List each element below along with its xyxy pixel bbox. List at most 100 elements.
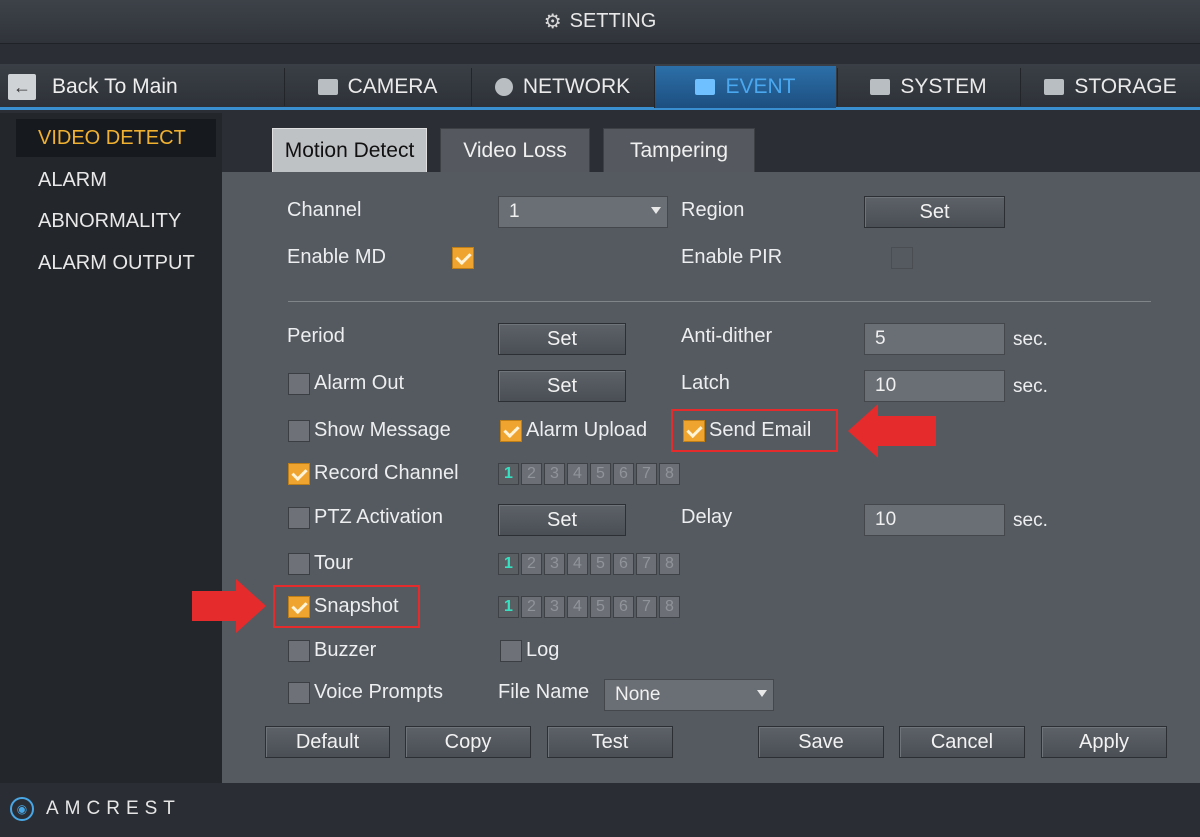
channel-1-toggle[interactable]: 1 (498, 596, 519, 618)
channel-8-toggle[interactable]: 8 (659, 553, 680, 575)
save-button-label: Save (798, 730, 844, 753)
record-channel-selector: 1 2 3 4 5 6 7 8 (498, 463, 682, 485)
brand-logo: ◉ AMCREST (10, 797, 181, 821)
tab-tampering[interactable]: Tampering (603, 128, 755, 173)
snapshot-highlight (273, 585, 420, 628)
sidebar-item-alarm-output[interactable]: ALARM OUTPUT (16, 244, 216, 282)
buzzer-checkbox[interactable] (288, 640, 310, 662)
region-set-label: Set (919, 200, 950, 223)
channel-5-toggle[interactable]: 5 (590, 463, 611, 485)
channel-5-toggle[interactable]: 5 (590, 553, 611, 575)
sidebar-item-label: VIDEO DETECT (38, 126, 186, 149)
voice-prompts-label: Voice Prompts (314, 681, 443, 703)
red-arrow-left-icon (848, 404, 936, 458)
channel-4-toggle[interactable]: 4 (567, 553, 588, 575)
tour-channel-selector: 1 2 3 4 5 6 7 8 (498, 553, 682, 575)
channel-6-toggle[interactable]: 6 (613, 596, 634, 618)
record-channel-checkbox[interactable] (288, 463, 310, 485)
copy-button[interactable]: Copy (405, 726, 531, 758)
tour-checkbox[interactable] (288, 553, 310, 575)
tab-network-label: NETWORK (522, 75, 631, 98)
title-bar: ⚙ SETTING (0, 0, 1200, 44)
save-button[interactable]: Save (758, 726, 884, 758)
back-to-main-button[interactable]: ← Back To Main (8, 68, 218, 106)
test-button-label: Test (591, 730, 629, 753)
tab-motion-detect[interactable]: Motion Detect (272, 128, 427, 173)
channel-3-toggle[interactable]: 3 (544, 463, 565, 485)
channel-6-toggle[interactable]: 6 (613, 553, 634, 575)
channel-2-toggle[interactable]: 2 (521, 463, 542, 485)
ptz-activation-checkbox[interactable] (288, 507, 310, 529)
channel-2-toggle[interactable]: 2 (521, 553, 542, 575)
tab-system-label: SYSTEM (900, 75, 987, 98)
channel-7-toggle[interactable]: 7 (636, 553, 657, 575)
tour-label: Tour (314, 552, 353, 574)
default-button-label: Default (295, 730, 360, 753)
file-name-label: File Name (498, 681, 590, 703)
show-message-checkbox[interactable] (288, 420, 310, 442)
chevron-down-icon (651, 207, 661, 214)
anti-dither-input[interactable]: 5 (864, 323, 1005, 355)
apply-button[interactable]: Apply (1041, 726, 1167, 758)
tab-video-loss[interactable]: Video Loss (440, 128, 590, 173)
channel-5-toggle[interactable]: 5 (590, 596, 611, 618)
back-to-main-label: Back To Main (52, 75, 178, 98)
sidebar-item-abnormality[interactable]: ABNORMALITY (16, 202, 216, 240)
system-icon (870, 79, 891, 95)
ptz-activation-label: PTZ Activation (314, 506, 443, 528)
channel-8-toggle[interactable]: 8 (659, 596, 680, 618)
delay-input[interactable]: 10 (864, 504, 1005, 536)
sidebar-item-label: ABNORMALITY (38, 209, 182, 232)
region-set-button[interactable]: Set (864, 196, 1005, 228)
footer: ◉ AMCREST (0, 783, 1200, 837)
channel-1-toggle[interactable]: 1 (498, 463, 519, 485)
enable-pir-checkbox[interactable] (891, 247, 913, 269)
channel-6-toggle[interactable]: 6 (613, 463, 634, 485)
channel-7-toggle[interactable]: 7 (636, 463, 657, 485)
sidebar-item-label: ALARM (38, 168, 107, 191)
channel-2-toggle[interactable]: 2 (521, 596, 542, 618)
channel-4-toggle[interactable]: 4 (567, 463, 588, 485)
sidebar-item-video-detect[interactable]: VIDEO DETECT (16, 119, 216, 157)
tab-motion-detect-label: Motion Detect (284, 138, 415, 162)
alarm-out-label: Alarm Out (314, 372, 405, 394)
page-title: SETTING (569, 10, 657, 32)
latch-unit: sec. (1013, 376, 1048, 397)
delay-label: Delay (681, 506, 733, 528)
copy-button-label: Copy (444, 730, 492, 753)
channel-select[interactable]: 1 (498, 196, 668, 228)
channel-3-toggle[interactable]: 3 (544, 596, 565, 618)
enable-md-checkbox[interactable] (452, 247, 474, 269)
gear-icon: ⚙ (543, 11, 562, 33)
tab-camera[interactable]: CAMERA (284, 68, 470, 106)
tab-system[interactable]: SYSTEM (837, 68, 1019, 106)
sidebar: VIDEO DETECT ALARM ABNORMALITY ALARM OUT… (0, 113, 222, 783)
channel-4-toggle[interactable]: 4 (567, 596, 588, 618)
cancel-button[interactable]: Cancel (899, 726, 1025, 758)
tab-storage[interactable]: STORAGE (1020, 68, 1200, 106)
channel-value: 1 (509, 201, 520, 222)
channel-3-toggle[interactable]: 3 (544, 553, 565, 575)
log-checkbox[interactable] (500, 640, 522, 662)
latch-input[interactable]: 10 (864, 370, 1005, 402)
channel-1-toggle[interactable]: 1 (498, 553, 519, 575)
tab-network[interactable]: NETWORK (471, 68, 653, 106)
test-button[interactable]: Test (547, 726, 673, 758)
file-name-select[interactable]: None (604, 679, 774, 711)
alarm-out-set-button[interactable]: Set (498, 370, 626, 402)
ptz-set-button[interactable]: Set (498, 504, 626, 536)
alarm-out-checkbox[interactable] (288, 373, 310, 395)
top-nav: ← Back To Main CAMERA NETWORK EVENT SYST… (0, 64, 1200, 110)
send-email-highlight (671, 409, 838, 452)
tab-event[interactable]: EVENT (654, 66, 836, 108)
sidebar-item-alarm[interactable]: ALARM (16, 161, 216, 199)
default-button[interactable]: Default (265, 726, 390, 758)
period-set-button[interactable]: Set (498, 323, 626, 355)
channel-8-toggle[interactable]: 8 (659, 463, 680, 485)
alarm-upload-checkbox[interactable] (500, 420, 522, 442)
latch-value: 10 (875, 375, 897, 396)
voice-prompts-checkbox[interactable] (288, 682, 310, 704)
anti-dither-value: 5 (875, 328, 886, 349)
channel-7-toggle[interactable]: 7 (636, 596, 657, 618)
tab-event-label: EVENT (725, 75, 796, 98)
